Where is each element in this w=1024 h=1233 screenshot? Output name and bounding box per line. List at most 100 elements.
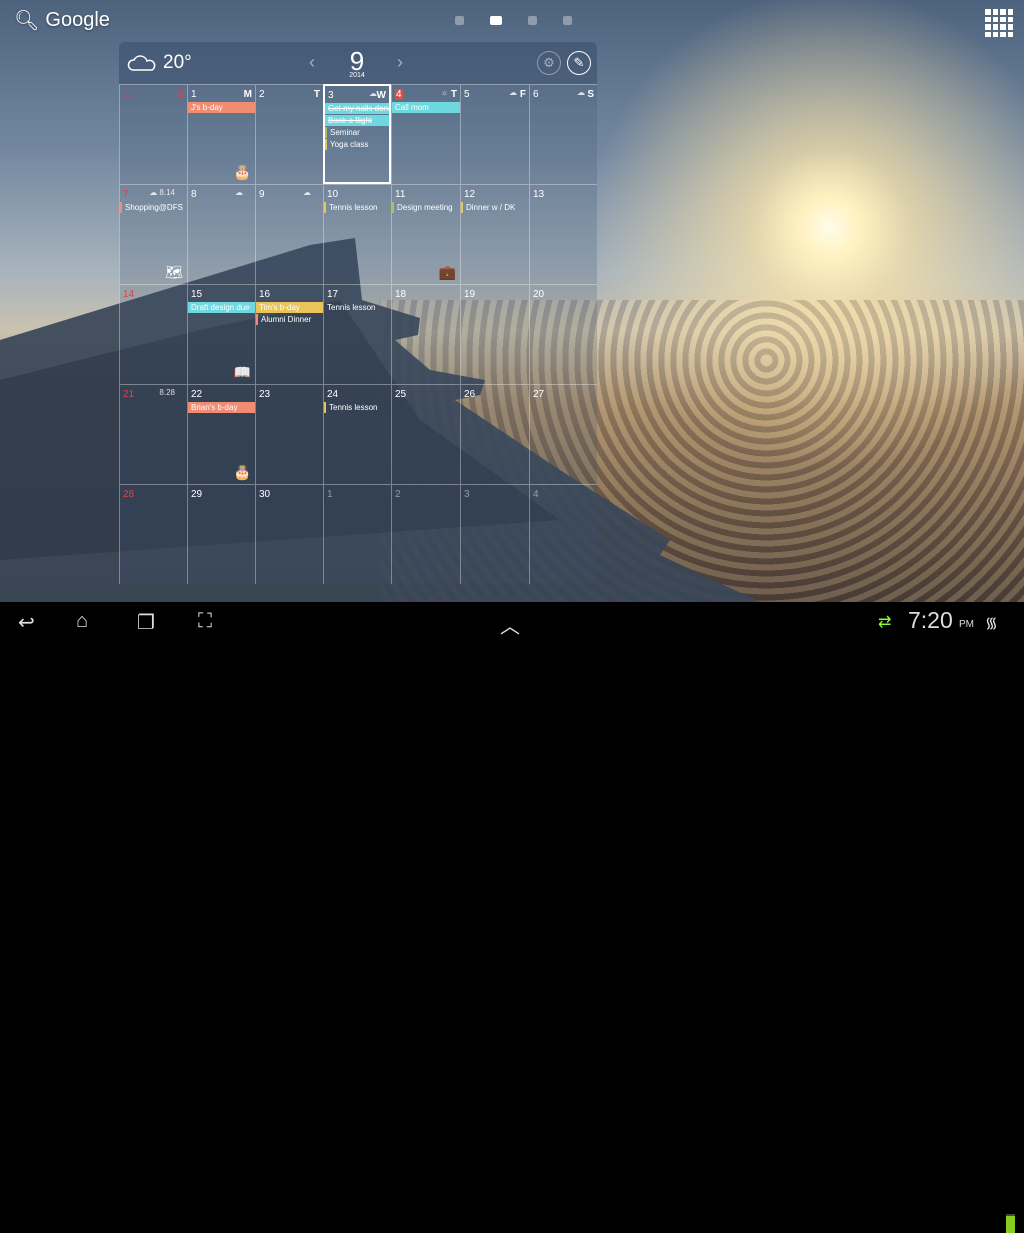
event-item[interactable]: Brian's b-day (188, 402, 255, 413)
clock-ampm: PM (959, 619, 974, 630)
day-number: 11 (395, 189, 406, 200)
page-dot[interactable] (455, 16, 464, 25)
weather-forecast: ☼ (440, 88, 448, 97)
screenshot-button[interactable]: ⛶ (198, 610, 212, 633)
day-cell[interactable]: 18 (391, 284, 460, 384)
event-item[interactable]: Yoga class (325, 139, 389, 150)
weekday-letter: T (450, 89, 457, 100)
day-cell[interactable]: 4 (529, 484, 597, 584)
day-cell[interactable]: 3 W ☁ Get my nails done Book a flight Seminar… (323, 84, 391, 184)
google-search-bar[interactable]: 🔍︎ Google (14, 8, 110, 33)
day-cell[interactable]: 21 8.28 (119, 384, 187, 484)
day-cell[interactable]: 13 (529, 184, 597, 284)
home-button[interactable]: ⌂ (76, 610, 88, 633)
day-cell[interactable]: 22 Brian's b-day 🎂 (187, 384, 255, 484)
app-drawer-icon[interactable] (985, 9, 1013, 37)
event-item[interactable]: Seminar (325, 127, 389, 138)
event-item[interactable]: Alumni Dinner (256, 314, 323, 325)
event-item[interactable]: Tennis lesson (324, 402, 391, 413)
google-label: Google (45, 9, 110, 31)
sync-icon: ⇄ (878, 614, 892, 631)
day-number: 10 (327, 189, 339, 200)
day-number: 28 (123, 489, 135, 500)
page-dot[interactable] (563, 16, 572, 25)
event-item[interactable]: Dinner w / DK (461, 202, 529, 213)
day-cell[interactable]: 23 (255, 384, 323, 484)
day-cell[interactable]: 29 (187, 484, 255, 584)
gear-icon: ⚙ (543, 55, 555, 70)
day-number: 27 (533, 389, 545, 400)
birthday-cake-icon: 🎂 (233, 464, 251, 480)
page-dot-active[interactable] (490, 16, 502, 25)
day-number: 29 (191, 489, 203, 500)
day-cell[interactable]: 8 ☁ (187, 184, 255, 284)
day-number: 13 (533, 189, 545, 200)
day-number: 1 (327, 489, 333, 500)
event-item[interactable]: Tennis lesson (324, 202, 391, 213)
day-cell[interactable]: 30 (255, 484, 323, 584)
day-number: 31 (123, 89, 135, 100)
prev-month-button[interactable]: ‹ (309, 52, 315, 73)
event-item[interactable]: Get my nails done (325, 103, 389, 114)
event-item[interactable]: Tim's b-day (256, 302, 323, 313)
day-cell[interactable]: 26 (460, 384, 529, 484)
day-number: 3 (328, 90, 334, 101)
day-cell[interactable]: 6 S ☁ (529, 84, 597, 184)
recent-apps-button[interactable]: ❐ (137, 610, 155, 635)
day-cell[interactable]: 10 Tennis lesson (323, 184, 391, 284)
day-cell[interactable]: 24 Tennis lesson (323, 384, 391, 484)
event-item[interactable]: J's b-day (188, 102, 255, 113)
day-number: 7 (123, 189, 129, 200)
day-cell[interactable]: 3 (460, 484, 529, 584)
day-cell[interactable]: 27 (529, 384, 597, 484)
day-cell[interactable]: 20 (529, 284, 597, 384)
day-cell[interactable]: 2T (255, 84, 323, 184)
day-number: 24 (327, 389, 339, 400)
next-month-button[interactable]: › (397, 52, 403, 73)
day-number: 6 (533, 89, 539, 100)
event-item[interactable]: Shopping@DFS (120, 202, 187, 213)
day-number: 4 (395, 89, 403, 100)
day-cell[interactable]: 5 F ☁ (460, 84, 529, 184)
day-number: 12 (464, 189, 476, 200)
day-cell[interactable]: 4 T ☼ Call mom (391, 84, 460, 184)
day-number: 14 (123, 289, 135, 300)
day-cell[interactable]: 9 ☁ (255, 184, 323, 284)
day-cell[interactable]: 17 Tennis lesson (323, 284, 391, 384)
year: 2014 (349, 72, 365, 79)
event-item[interactable]: Design meeting (392, 202, 460, 213)
back-button[interactable]: ↩ (18, 610, 35, 635)
settings-button[interactable]: ⚙ (537, 51, 561, 75)
day-cell[interactable]: 2 (391, 484, 460, 584)
pencil-icon: ✎ (573, 55, 585, 70)
day-cell[interactable]: 1 (323, 484, 391, 584)
day-number: 2 (259, 89, 265, 100)
day-cell[interactable]: 14 (119, 284, 187, 384)
day-number: 23 (259, 389, 271, 400)
day-number: 22 (191, 389, 203, 400)
cloud-icon (127, 55, 156, 71)
day-number: 5 (464, 89, 470, 100)
event-item[interactable]: Tennis lesson (324, 302, 391, 313)
day-cell[interactable]: 15 Draft design due 📖 (187, 284, 255, 384)
weather-forecast: ☁ (303, 188, 311, 197)
event-item[interactable]: Book a flight (325, 115, 389, 126)
weather-forecast: ☁ (235, 188, 243, 197)
expand-up-button[interactable]: ︿ (500, 610, 520, 639)
new-event-button[interactable]: ✎ (567, 51, 591, 75)
day-cell[interactable]: 28 (119, 484, 187, 584)
day-cell[interactable]: 25 (391, 384, 460, 484)
day-cell[interactable]: 1 M J's b-day 🎂 (187, 84, 255, 184)
day-number: 9 (259, 189, 265, 200)
page-dot[interactable] (528, 16, 537, 25)
day-cell[interactable]: 31 S (119, 84, 187, 184)
day-cell[interactable]: 11 Design meeting 💼 (391, 184, 460, 284)
day-cell[interactable]: 7 ☁ 8.14 Shopping@DFS 🗺 (119, 184, 187, 284)
event-item[interactable]: Draft design due (188, 302, 255, 313)
day-number: 2 (395, 489, 401, 500)
map-icon: 🗺 (165, 264, 183, 280)
day-cell[interactable]: 12 Dinner w / DK (460, 184, 529, 284)
day-cell[interactable]: 19 (460, 284, 529, 384)
event-item[interactable]: Call mom (392, 102, 460, 113)
day-cell[interactable]: 16 Tim's b-day Alumni Dinner (255, 284, 323, 384)
